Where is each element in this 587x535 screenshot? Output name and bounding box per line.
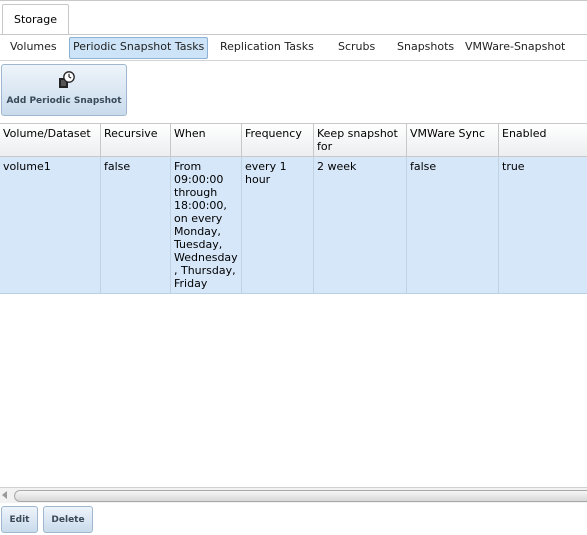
- scroll-left-icon[interactable]: [2, 491, 7, 499]
- snapshot-tasks-grid: Volume/Dataset Recursive When Frequency …: [0, 123, 587, 489]
- top-tab-strip: Storage: [0, 0, 587, 35]
- delete-button[interactable]: Delete: [43, 506, 93, 533]
- horizontal-scrollbar[interactable]: [0, 487, 587, 503]
- cell-when: From 09:00:00 through 18:00:00, on every…: [171, 157, 242, 293]
- storage-subnav: Volumes Periodic Snapshot Tasks Replicat…: [0, 34, 587, 61]
- subnav-volumes[interactable]: Volumes: [10, 37, 57, 57]
- cell-volume-dataset: volume1: [0, 157, 101, 293]
- subnav-scrubs[interactable]: Scrubs: [338, 37, 375, 57]
- column-header-frequency[interactable]: Frequency: [242, 124, 314, 156]
- cell-recursive: false: [101, 157, 171, 293]
- column-header-when[interactable]: When: [171, 124, 242, 156]
- cell-frequency: every 1 hour: [242, 157, 314, 293]
- storage-app: Storage Volumes Periodic Snapshot Tasks …: [0, 0, 587, 535]
- grid-header: Volume/Dataset Recursive When Frequency …: [0, 124, 587, 157]
- subnav-snapshots[interactable]: Snapshots: [397, 37, 454, 57]
- column-header-volume-dataset[interactable]: Volume/Dataset: [0, 124, 101, 156]
- tab-storage[interactable]: Storage: [2, 4, 69, 34]
- cell-enabled: true: [502, 160, 525, 173]
- subnav-replication-tasks[interactable]: Replication Tasks: [220, 37, 314, 57]
- column-header-vmware-sync[interactable]: VMWare Sync: [407, 124, 499, 156]
- cell-vmware-sync: false: [407, 157, 499, 293]
- column-header-keep-snapshot-for[interactable]: Keep snapshot for: [314, 124, 407, 156]
- column-header-enabled[interactable]: Enabled: [499, 124, 587, 156]
- subnav-vmware-snapshot[interactable]: VMWare-Snapshot: [465, 37, 565, 57]
- add-periodic-snapshot-button[interactable]: Add Periodic Snapshot: [1, 64, 127, 116]
- clock-snapshot-icon: [57, 71, 77, 91]
- add-periodic-snapshot-label: Add Periodic Snapshot: [6, 96, 122, 106]
- table-row[interactable]: volume1 false From 09:00:00 through 18:0…: [0, 157, 587, 294]
- subnav-periodic-snapshot-tasks[interactable]: Periodic Snapshot Tasks: [69, 37, 209, 59]
- scrollbar-thumb[interactable]: [14, 490, 587, 502]
- edit-button[interactable]: Edit: [1, 506, 38, 533]
- cell-keep-snapshot-for: 2 week: [314, 157, 407, 293]
- column-header-recursive[interactable]: Recursive: [101, 124, 171, 156]
